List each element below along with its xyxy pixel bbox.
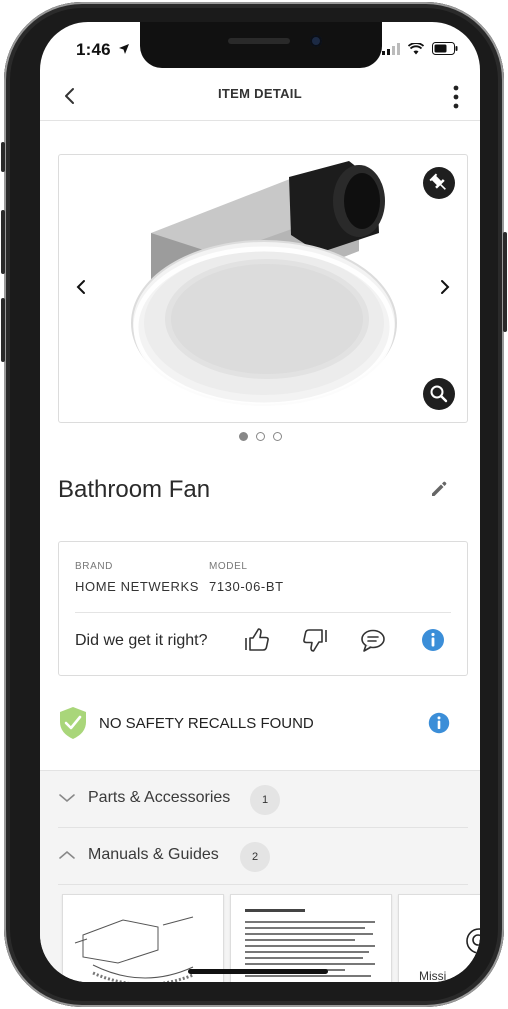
safety-recall-status: NO SAFETY RECALLS FOUND [58,705,466,741]
carousel-dot-1[interactable] [238,432,248,441]
volume-up-button [1,210,5,274]
product-image-carousel[interactable] [58,154,468,423]
feedback-question: Did we get it right? [75,632,208,649]
signal-icon [382,42,400,55]
brand-value: HOME NETWERKS [75,579,200,594]
model-value: 7130-06-BT [209,579,284,594]
details-card: BRAND HOME NETWERKS MODEL 7130-06-BT Did… [58,541,468,676]
count-badge: 2 [240,842,270,872]
count-badge: 1 [250,785,280,815]
accordion-label: Parts & Accessories [88,789,231,806]
item-title: Bathroom Fan [58,476,211,503]
carousel-dot-2[interactable] [255,432,265,441]
shield-check-icon [60,707,86,739]
chevron-up-icon [59,850,75,859]
zoom-button[interactable] [423,378,455,410]
carousel-next-icon[interactable] [437,277,453,297]
screen: 1:46 ITEM DETAIL Bathroom Fan BRAND HOME… [40,22,480,982]
magnifier-icon [430,385,448,403]
volume-down-button [1,298,5,362]
accordion-parts-accessories[interactable]: Parts & Accessories 1 [58,771,468,828]
front-camera [310,35,322,47]
info-icon[interactable] [419,626,447,654]
accordion-label: Manuals & Guides [88,846,219,863]
thumbs-up-icon[interactable] [243,626,271,654]
carousel-dot-3[interactable] [272,432,282,441]
power-button [503,232,507,332]
comment-bubble-icon[interactable] [359,626,387,654]
more-options-icon[interactable] [444,82,468,112]
manual-caption: Missi [419,969,447,982]
location-arrow-icon [118,44,129,54]
card-divider [75,612,451,613]
brand-label: BRAND [75,561,114,572]
carousel-prev-icon[interactable] [73,277,89,297]
notch [140,22,382,68]
model-label: MODEL [209,561,248,572]
navigation-bar: ITEM DETAIL [40,74,480,121]
safety-info-icon[interactable] [426,710,452,736]
manual-card[interactable]: Missi [398,894,480,982]
carousel-pagination [40,432,480,441]
home-indicator [188,969,328,974]
mute-switch [1,142,5,172]
edit-pencil-icon[interactable] [428,478,450,500]
phone-frame: 1:46 ITEM DETAIL Bathroom Fan BRAND HOME… [1,2,507,1007]
thumbs-down-icon[interactable] [301,626,329,654]
earpiece-speaker [228,38,290,44]
pin-icon [429,173,446,190]
wifi-icon [408,42,424,54]
accordion-manuals-guides[interactable]: Manuals & Guides 2 [58,828,468,885]
page-title: ITEM DETAIL [218,86,302,101]
status-time-text: 1:46 [76,40,111,59]
pin-button[interactable] [423,167,455,199]
status-time: 1:46 [76,40,130,60]
safety-status-text: NO SAFETY RECALLS FOUND [99,715,314,732]
status-icons [382,42,458,55]
chevron-down-icon [59,794,75,803]
battery-icon [432,42,458,55]
product-image [131,161,397,408]
search-icon [466,928,480,954]
